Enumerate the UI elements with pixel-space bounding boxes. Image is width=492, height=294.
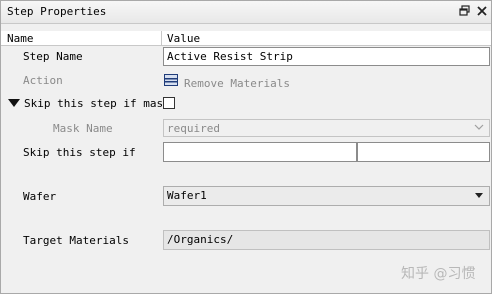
action-value: Remove Materials: [184, 77, 290, 90]
skip-if-mask-label: Skip this step if mask: [24, 97, 170, 110]
action-label: Action: [23, 74, 63, 87]
target-materials-label: Target Materials: [23, 234, 129, 247]
mask-name-value: required: [167, 122, 220, 135]
mask-name-select: required: [163, 119, 490, 137]
skip-if-input-1[interactable]: [163, 142, 357, 162]
mask-name-label: Mask Name: [53, 122, 113, 135]
skip-if-input-2[interactable]: [357, 142, 490, 162]
step-name-input[interactable]: Active Resist Strip: [163, 47, 490, 66]
skip-if-mask-checkbox[interactable]: [163, 97, 175, 109]
restore-icon[interactable]: [458, 4, 472, 18]
skip-if-label: Skip this step if: [23, 146, 136, 159]
step-properties-panel: Step Properties Name Value Step Name Act…: [0, 0, 492, 294]
chevron-down-icon: [474, 124, 484, 130]
panel-title: Step Properties: [7, 5, 107, 18]
wafer-value: Wafer1: [167, 189, 207, 202]
step-name-label: Step Name: [23, 50, 83, 63]
wafer-select[interactable]: Wafer1: [163, 186, 490, 206]
panel-titlebar: Step Properties: [1, 1, 491, 24]
remove-materials-icon: [164, 74, 178, 86]
column-header-value: Value: [167, 32, 201, 45]
close-icon[interactable]: [475, 4, 489, 18]
column-header-name: Name: [7, 32, 34, 45]
dropdown-arrow-icon: [475, 193, 483, 198]
collapse-triangle-icon[interactable]: [8, 99, 20, 107]
wafer-label: Wafer: [23, 190, 57, 203]
column-header-row: Name Value: [1, 31, 491, 46]
watermark: 知乎 @习惯: [401, 266, 476, 282]
target-materials-field[interactable]: /Organics/: [163, 230, 490, 250]
column-divider[interactable]: [161, 31, 162, 45]
